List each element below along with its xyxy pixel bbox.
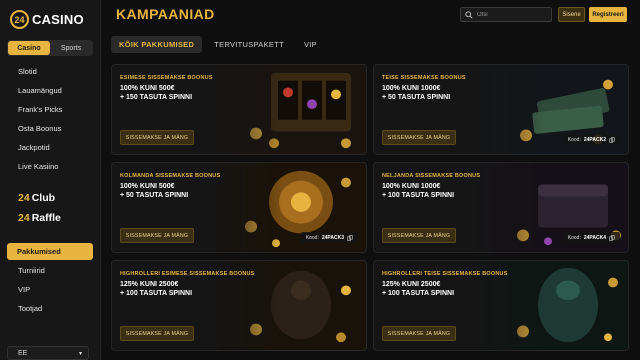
- chevron-down-icon: ▾: [78, 350, 82, 357]
- card-label: HIGHROLLERI TEISE SISSEMAKSE BOONUS: [382, 271, 508, 277]
- sidebar-item-live-kasiino[interactable]: Live Kasiino: [0, 157, 100, 176]
- copy-icon: [347, 234, 353, 241]
- code-value: 24PACK3: [321, 234, 344, 241]
- deposit-play-button[interactable]: SISSEMAKSE JA MÄNG: [382, 228, 456, 243]
- page-title: KAMPAANIAD: [116, 6, 215, 22]
- sports-tab[interactable]: Sports: [50, 41, 92, 55]
- sidebar-item-jackpotid[interactable]: Jackpotid: [0, 138, 100, 157]
- promo-code[interactable]: Kood: 24PACK4: [562, 232, 620, 243]
- card-spins: + 50 TASUTA SPINNI: [382, 94, 451, 101]
- club-number: 24: [18, 192, 30, 204]
- search-input[interactable]: [477, 11, 547, 18]
- code-label: Kood:: [567, 234, 581, 241]
- search-box: [460, 7, 552, 22]
- deposit-play-button[interactable]: SISSEMAKSE JA MÄNG: [120, 326, 194, 341]
- sidebar-item-turniirid[interactable]: Turniirid: [0, 261, 100, 280]
- register-button[interactable]: Registreeri: [589, 7, 627, 22]
- deposit-play-button[interactable]: SISSEMAKSE JA MÄNG: [120, 130, 194, 145]
- promo-card[interactable]: HIGHROLLERI ESIMESE SISSEMAKSE BOONUS 12…: [111, 260, 367, 351]
- logo[interactable]: 24 CASINO: [10, 10, 84, 29]
- code-value: 24PACK2: [583, 136, 606, 143]
- card-label: TEISE SISSEMAKSE BOONUS: [382, 75, 466, 81]
- sidebar-item-lauamangud[interactable]: Lauamängud: [0, 81, 100, 100]
- sidebar-item-vip[interactable]: VIP: [0, 280, 100, 299]
- search-icon: [465, 10, 473, 19]
- login-button[interactable]: Sisene: [558, 7, 585, 22]
- logo-text: CASINO: [32, 12, 84, 27]
- promo-card[interactable]: HIGHROLLERI TEISE SISSEMAKSE BOONUS 125%…: [373, 260, 629, 351]
- card-spins: + 100 TASUTA SPINNI: [120, 290, 193, 297]
- club-link[interactable]: 24 Club: [18, 192, 55, 204]
- club-label: Club: [31, 192, 56, 204]
- sidebar-item-osta-boonus[interactable]: Osta Boonus: [0, 119, 100, 138]
- app-root: 24 CASINO Casino Sports Slotid Lauamängu…: [0, 0, 640, 360]
- logo-badge: 24: [10, 10, 29, 29]
- promo-card[interactable]: KOLMANDA SISSEMAKSE BOONUS 100% KUNI 500…: [111, 162, 367, 253]
- card-label: ESIMESE SISSEMAKSE BOONUS: [120, 75, 213, 81]
- promo-tabs: KÕIK PAKKUMISED TERVITUSPAKETT VIP: [111, 36, 325, 53]
- sidebar-item-slotid[interactable]: Slotid: [0, 62, 100, 81]
- card-offer: 125% KUNI 2500€: [382, 281, 441, 288]
- deposit-play-button[interactable]: SISSEMAKSE JA MÄNG: [120, 228, 194, 243]
- card-label: NELJANDA SISSEMAKSE BOONUS: [382, 173, 481, 179]
- copy-icon: [609, 136, 615, 143]
- product-switch: Casino Sports: [7, 40, 93, 56]
- promo-code[interactable]: Kood: 24PACK3: [300, 232, 358, 243]
- sidebar-item-pakkumised[interactable]: Pakkumised: [7, 243, 93, 260]
- sidebar-nav-secondary: Turniirid VIP Tootjad: [0, 261, 100, 318]
- sidebar: 24 CASINO Casino Sports Slotid Lauamängu…: [0, 0, 101, 360]
- card-offer: 125% KUNI 2500€: [120, 281, 179, 288]
- code-label: Kood:: [567, 136, 581, 143]
- card-offer: 100% KUNI 1000€: [382, 85, 441, 92]
- raffle-label: Raffle: [31, 212, 61, 224]
- sidebar-item-tootjad[interactable]: Tootjad: [0, 299, 100, 318]
- card-label: HIGHROLLERI ESIMESE SISSEMAKSE BOONUS: [120, 271, 255, 277]
- tab-vip[interactable]: VIP: [296, 36, 325, 53]
- sidebar-nav: Slotid Lauamängud Frank's Picks Osta Boo…: [0, 62, 100, 176]
- copy-icon: [609, 234, 615, 241]
- tab-all-offers[interactable]: KÕIK PAKKUMISED: [111, 36, 203, 53]
- promo-code[interactable]: Kood: 24PACK2: [562, 134, 620, 145]
- casino-tab[interactable]: Casino: [8, 41, 50, 55]
- card-offer: 100% KUNI 500€: [120, 183, 175, 190]
- card-label: KOLMANDA SISSEMAKSE BOONUS: [120, 173, 221, 179]
- card-offer: 100% KUNI 500€: [120, 85, 175, 92]
- code-label: Kood:: [305, 234, 319, 241]
- card-spins: + 150 TASUTA SPINNI: [120, 94, 193, 101]
- language-value: EE: [18, 349, 28, 357]
- tab-welcome-package[interactable]: TERVITUSPAKETT: [206, 36, 292, 53]
- promo-card[interactable]: TEISE SISSEMAKSE BOONUS 100% KUNI 1000€ …: [373, 64, 629, 155]
- raffle-link[interactable]: 24 Raffle: [18, 212, 61, 224]
- card-spins: + 50 TASUTA SPINNI: [120, 192, 189, 199]
- promo-card[interactable]: NELJANDA SISSEMAKSE BOONUS 100% KUNI 100…: [373, 162, 629, 253]
- card-offer: 100% KUNI 1000€: [382, 183, 441, 190]
- code-value: 24PACK4: [583, 234, 606, 241]
- sidebar-item-franks-picks[interactable]: Frank's Picks: [0, 100, 100, 119]
- deposit-play-button[interactable]: SISSEMAKSE JA MÄNG: [382, 130, 456, 145]
- deposit-play-button[interactable]: SISSEMAKSE JA MÄNG: [382, 326, 456, 341]
- promo-card[interactable]: ESIMESE SISSEMAKSE BOONUS 100% KUNI 500€…: [111, 64, 367, 155]
- card-spins: + 100 TASUTA SPINNI: [382, 192, 455, 199]
- language-select[interactable]: EE ▾: [7, 346, 89, 360]
- raffle-number: 24: [18, 212, 30, 224]
- card-spins: + 100 TASUTA SPINNI: [382, 290, 455, 297]
